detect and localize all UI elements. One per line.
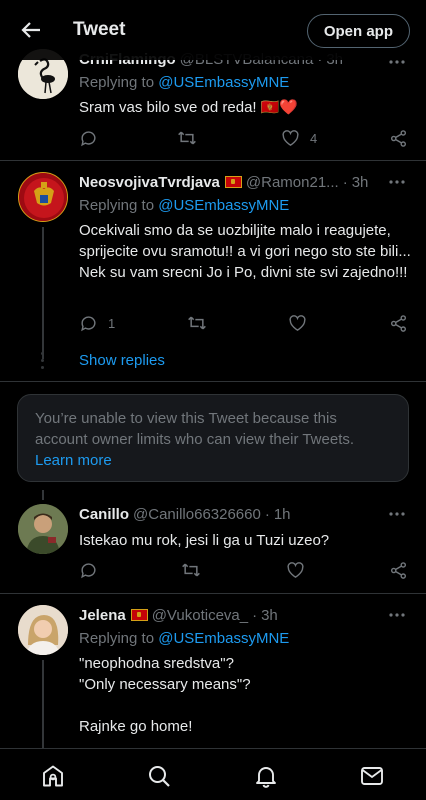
protected-tweet-notice: You’re unable to view this Tweet because… (17, 394, 409, 482)
user-handle[interactable]: @Ramon21... (246, 174, 339, 191)
retweet-icon (178, 131, 196, 145)
coat-of-arms-icon (19, 173, 67, 221)
user-photo-icon (18, 504, 68, 554)
tweet-neosvojivatvrdjava[interactable]: NeosvojivaTvrdjava @Ramon21... · 3h Repl… (0, 161, 426, 381)
tweet-header: Canillo @Canillo66326660 · 1h (79, 504, 412, 524)
tweet-canillo[interactable]: Canillo @Canillo66326660 · 1h Istekao mu… (0, 493, 426, 593)
montenegro-flag-icon (130, 609, 148, 621)
reply-button[interactable] (79, 561, 98, 580)
mention-link[interactable]: @USEmbassyMNE (158, 197, 289, 214)
heart-icon (287, 562, 304, 578)
avatar[interactable] (18, 605, 68, 655)
share-button[interactable] (389, 129, 408, 148)
user-name[interactable]: NeosvojivaTvrdjava (79, 174, 220, 191)
retweet-button[interactable] (181, 561, 201, 579)
mention-link[interactable]: @USEmbassyMNE (158, 630, 289, 647)
tweet-jelena[interactable]: Jelena @Vukoticeva_ · 3h Replying to @US… (0, 594, 426, 748)
avatar[interactable] (18, 172, 68, 222)
reply-button[interactable]: 1 (79, 314, 115, 333)
reply-icon (81, 315, 96, 331)
reply-button[interactable] (79, 129, 98, 148)
separator-dot: · (264, 505, 270, 523)
user-photo-icon (18, 605, 68, 655)
replying-to: Replying to @USEmbassyMNE (79, 630, 412, 650)
reply-icon (81, 562, 96, 578)
thread-dots (41, 352, 44, 373)
open-app-button[interactable]: Open app (306, 14, 410, 48)
retweet-button[interactable] (187, 314, 207, 332)
back-arrow-icon[interactable] (18, 17, 44, 43)
timeline: CrniFlamingo @BLSTVBalancana · 3h Replyi… (0, 0, 426, 748)
tweet-header: NeosvojivaTvrdjava @Ramon21... · 3h (79, 172, 412, 192)
bottom-navigation (0, 748, 426, 800)
retweet-icon (188, 316, 206, 330)
tweet-time[interactable]: 3h (261, 607, 278, 624)
montenegro-flag-icon (224, 176, 242, 188)
like-button[interactable] (288, 314, 307, 332)
retweet-icon (182, 563, 200, 577)
messages-icon[interactable] (359, 763, 385, 789)
share-icon (390, 129, 407, 147)
more-options-icon[interactable] (388, 504, 406, 524)
like-count: 4 (310, 130, 318, 146)
replying-prefix: Replying to (79, 197, 155, 214)
replying-prefix: Replying to (79, 630, 155, 647)
separator-dot: · (252, 606, 258, 624)
page-title: Tweet (73, 19, 126, 40)
tweet-header: Jelena @Vukoticeva_ · 3h (79, 605, 412, 625)
user-handle[interactable]: @Canillo66326660 (133, 506, 261, 523)
heart-icon (289, 315, 306, 331)
replying-to: Replying to @USEmbassyMNE (79, 74, 412, 94)
tweet-text: "neophodna sredstva"? "Only necessary me… (79, 655, 251, 735)
user-name[interactable]: Canillo (79, 506, 129, 523)
user-handle[interactable]: @Vukoticeva_ (152, 607, 248, 624)
thread-line (42, 227, 44, 359)
share-button[interactable] (389, 561, 408, 580)
like-button[interactable]: 4 (281, 129, 317, 147)
divider (0, 381, 426, 382)
notifications-icon[interactable] (253, 763, 279, 789)
thread-line (42, 660, 44, 748)
mention-link[interactable]: @USEmbassyMNE (158, 74, 289, 91)
separator-dot: · (342, 173, 348, 191)
replying-to: Replying to @USEmbassyMNE (79, 197, 412, 217)
home-icon[interactable] (40, 763, 66, 789)
tweet-text: Istekao mu rok, jesi li ga u Tuzi uzeo? (79, 532, 330, 549)
tweet-time[interactable]: 3h (352, 174, 369, 191)
user-name[interactable]: Jelena (79, 607, 126, 624)
more-options-icon[interactable] (388, 605, 406, 625)
tweet-text: Ocekivali smo da se uozbiljite malo i re… (79, 222, 411, 281)
share-icon (390, 314, 407, 332)
share-icon (390, 561, 407, 579)
top-bar: Tweet Open app (0, 0, 426, 60)
tweet-text: Sram vas bilo sve od reda! 🇲🇪❤️ (79, 99, 299, 116)
show-replies-link[interactable]: Show replies (79, 352, 165, 369)
notice-text: You’re unable to view this Tweet because… (35, 410, 355, 448)
reply-icon (81, 130, 96, 146)
retweet-button[interactable] (177, 129, 197, 147)
learn-more-link[interactable]: Learn more (35, 452, 112, 469)
search-icon[interactable] (146, 763, 172, 789)
avatar[interactable] (18, 504, 68, 554)
tweet-time[interactable]: 1h (274, 506, 291, 523)
reply-count: 1 (108, 315, 116, 331)
heart-icon (282, 130, 299, 146)
more-options-icon[interactable] (388, 172, 406, 192)
share-button[interactable] (389, 314, 408, 333)
replying-prefix: Replying to (79, 74, 155, 91)
like-button[interactable] (286, 561, 305, 579)
